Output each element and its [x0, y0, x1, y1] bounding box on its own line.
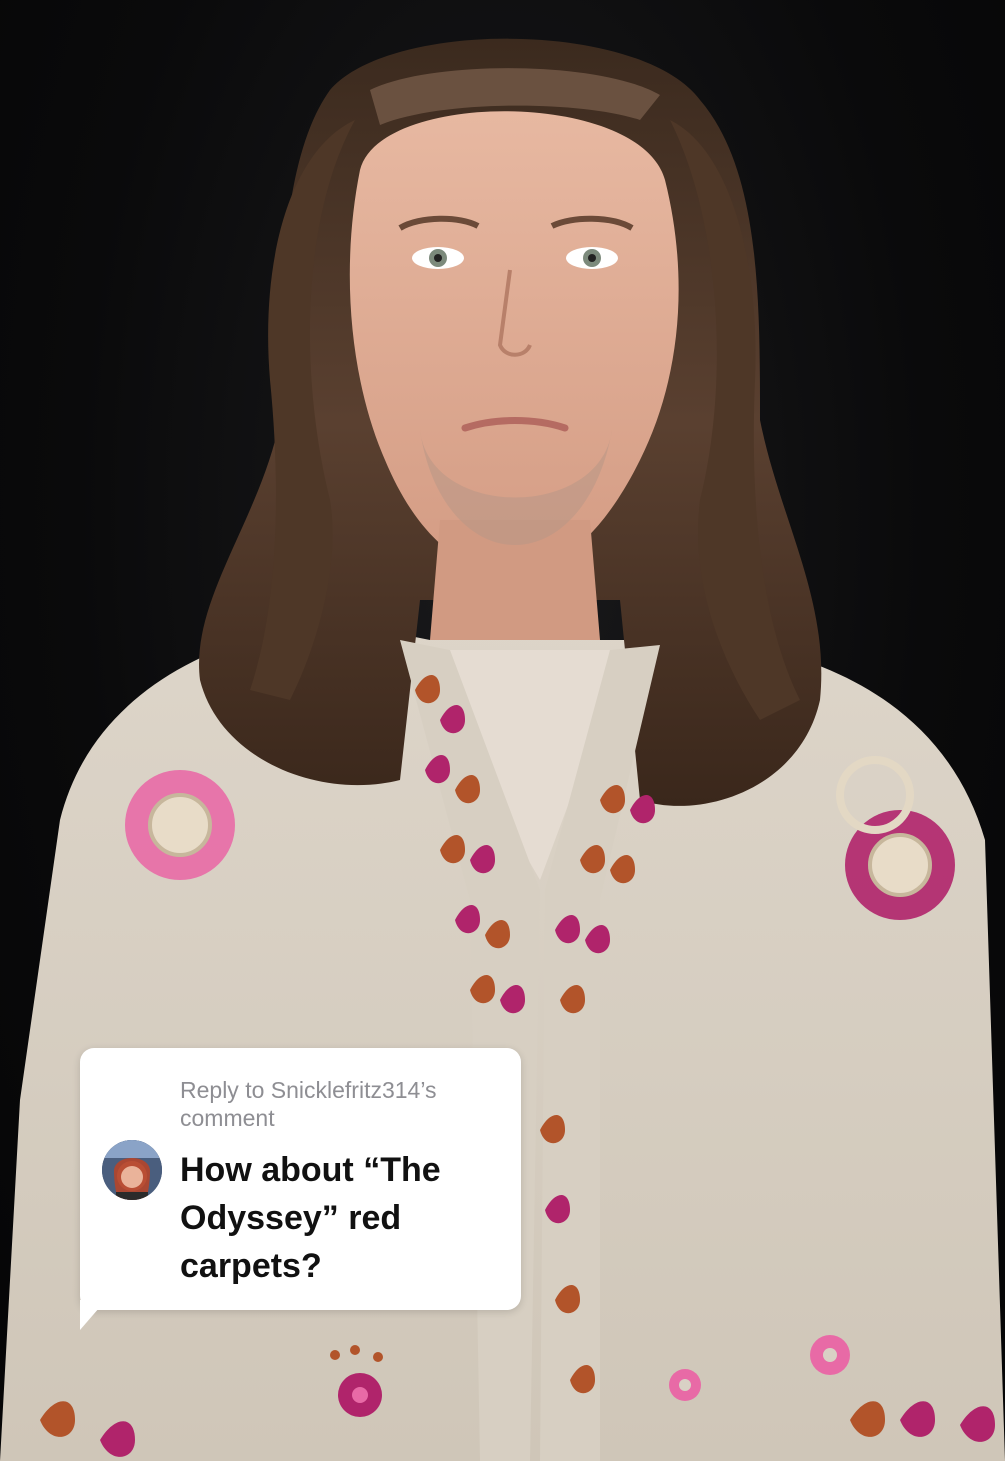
reply-header-line-2: comment [180, 1105, 275, 1131]
commenter-avatar-icon[interactable] [102, 1140, 162, 1200]
comment-line-3: carpets? [180, 1247, 322, 1285]
reply-comment-card[interactable]: Reply to Snicklefritz314’s comment How a… [80, 1048, 521, 1310]
reply-header-line-1: Reply to Snicklefritz314’s [180, 1077, 437, 1103]
flower-left [125, 770, 235, 880]
reply-card-tail [80, 1300, 106, 1330]
comment-text: How about “The Odyssey” red carpets? [180, 1146, 510, 1290]
reply-header: Reply to Snicklefritz314’s comment [180, 1076, 500, 1132]
comment-line-1: How about “The [180, 1151, 441, 1189]
comment-line-2: Odyssey” red [180, 1199, 402, 1237]
